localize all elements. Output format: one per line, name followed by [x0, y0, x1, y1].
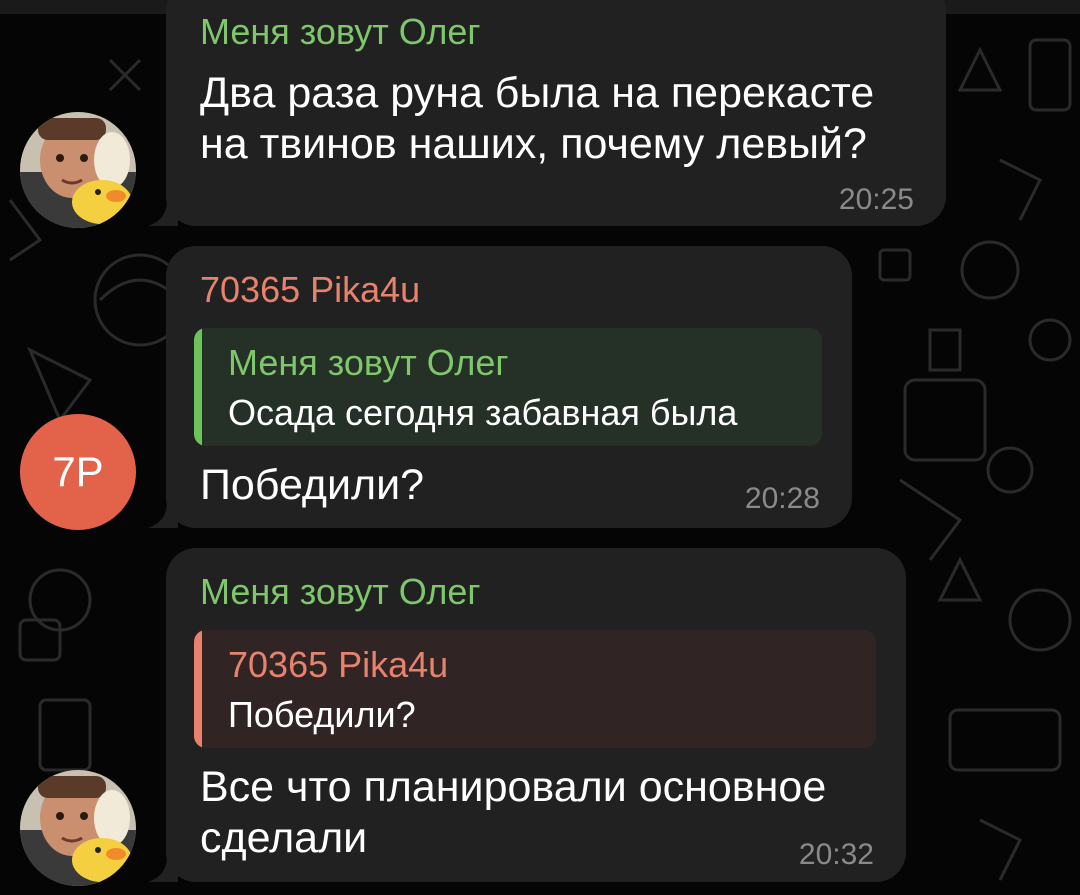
bubble-tail: [148, 498, 178, 528]
avatar-oleg[interactable]: [20, 112, 136, 228]
reply-text: Осада сегодня забавная была: [228, 392, 738, 433]
message-text-line: Все что планировали основное: [200, 763, 827, 811]
message-text-line: сделали: [200, 814, 368, 862]
message-time: 20:32: [798, 838, 874, 871]
message-bubble[interactable]: Меня зовут Олег Два раза руна была на пе…: [148, 0, 946, 226]
avatar-7p[interactable]: 7P: [20, 414, 136, 530]
avatar-oleg[interactable]: [20, 770, 136, 886]
message-text-line: на твинов наших, почему левый?: [200, 120, 867, 168]
bubble-tail: [148, 196, 178, 226]
reply-quote[interactable]: Меня зовут Олег Осада сегодня забавная б…: [194, 328, 822, 446]
reply-bar: [194, 328, 202, 446]
reply-sender-name: Меня зовут Олег: [228, 342, 509, 383]
message-bubble[interactable]: Меня зовут Олег 70365 Pika4u Победили? В…: [148, 548, 906, 882]
reply-bar: [194, 630, 202, 748]
reply-sender-name: 70365 Pika4u: [228, 644, 449, 685]
message-text-line: Два раза руна была на перекасте: [200, 69, 875, 117]
sender-name[interactable]: 70365 Pika4u: [200, 270, 420, 310]
message-time: 20:28: [744, 482, 820, 515]
bubble-tail: [148, 852, 178, 882]
message-bubble[interactable]: 70365 Pika4u Меня зовут Олег Осада сегод…: [148, 246, 852, 528]
reply-text: Победили?: [228, 694, 416, 735]
chat-view[interactable]: Меня зовут Олег Два раза руна была на пе…: [0, 0, 1080, 895]
reply-quote[interactable]: 70365 Pika4u Победили?: [194, 630, 876, 748]
sender-name[interactable]: Меня зовут Олег: [200, 12, 481, 52]
message-time: 20:25: [838, 183, 914, 216]
sender-name[interactable]: Меня зовут Олег: [200, 572, 481, 612]
message-text-line: Победили?: [200, 461, 425, 509]
